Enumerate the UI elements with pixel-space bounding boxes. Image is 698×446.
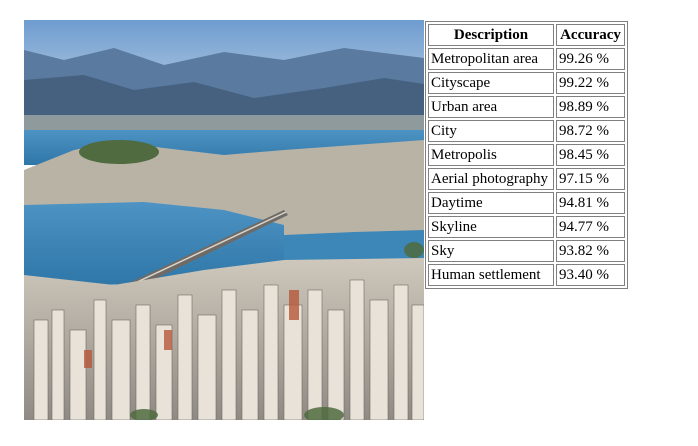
accuracy-header: Accuracy bbox=[556, 24, 625, 46]
table-row: Aerial photography 97.15 % bbox=[428, 168, 625, 190]
city-photo-graphic bbox=[24, 20, 424, 420]
label-accuracy-table: Description Accuracy Metropolitan area 9… bbox=[425, 21, 628, 289]
table-row: Skyline 94.77 % bbox=[428, 216, 625, 238]
table-row: Metropolitan area 99.26 % bbox=[428, 48, 625, 70]
description-cell: Skyline bbox=[428, 216, 554, 238]
accuracy-cell: 93.40 % bbox=[556, 264, 625, 286]
description-cell: Human settlement bbox=[428, 264, 554, 286]
table-row: Human settlement 93.40 % bbox=[428, 264, 625, 286]
description-cell: Aerial photography bbox=[428, 168, 554, 190]
description-cell: Metropolitan area bbox=[428, 48, 554, 70]
table-row: Sky 93.82 % bbox=[428, 240, 625, 262]
accuracy-cell: 98.72 % bbox=[556, 120, 625, 142]
accuracy-cell: 98.89 % bbox=[556, 96, 625, 118]
table-row: Metropolis 98.45 % bbox=[428, 144, 625, 166]
description-cell: City bbox=[428, 120, 554, 142]
description-cell: Cityscape bbox=[428, 72, 554, 94]
accuracy-cell: 94.77 % bbox=[556, 216, 625, 238]
table-row: City 98.72 % bbox=[428, 120, 625, 142]
table-header-row: Description Accuracy bbox=[428, 24, 625, 46]
table-row: Urban area 98.89 % bbox=[428, 96, 625, 118]
accuracy-cell: 94.81 % bbox=[556, 192, 625, 214]
city-photo bbox=[24, 20, 424, 420]
description-cell: Sky bbox=[428, 240, 554, 262]
description-header: Description bbox=[428, 24, 554, 46]
table-row: Cityscape 99.22 % bbox=[428, 72, 625, 94]
description-cell: Daytime bbox=[428, 192, 554, 214]
accuracy-cell: 97.15 % bbox=[556, 168, 625, 190]
table-row: Daytime 94.81 % bbox=[428, 192, 625, 214]
accuracy-cell: 99.22 % bbox=[556, 72, 625, 94]
description-cell: Urban area bbox=[428, 96, 554, 118]
description-cell: Metropolis bbox=[428, 144, 554, 166]
accuracy-cell: 98.45 % bbox=[556, 144, 625, 166]
accuracy-cell: 93.82 % bbox=[556, 240, 625, 262]
accuracy-cell: 99.26 % bbox=[556, 48, 625, 70]
